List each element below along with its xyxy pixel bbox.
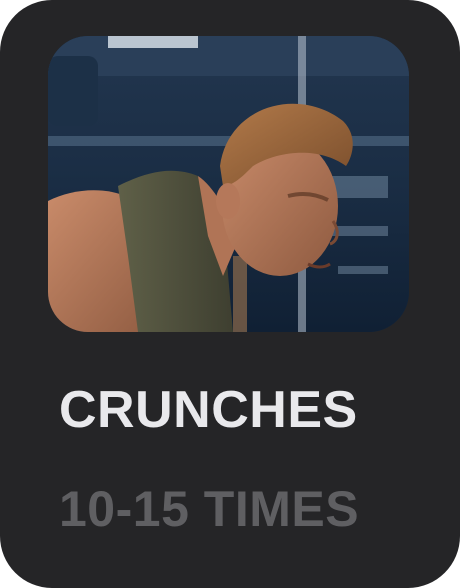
exercise-title: CRUNCHES [59,381,358,439]
exercise-photo-icon [48,36,409,332]
exercise-photo [48,36,409,332]
exercise-card[interactable]: CRUNCHES 10-15 TIMES [0,0,460,588]
exercise-reps: 10-15 TIMES [59,481,360,537]
